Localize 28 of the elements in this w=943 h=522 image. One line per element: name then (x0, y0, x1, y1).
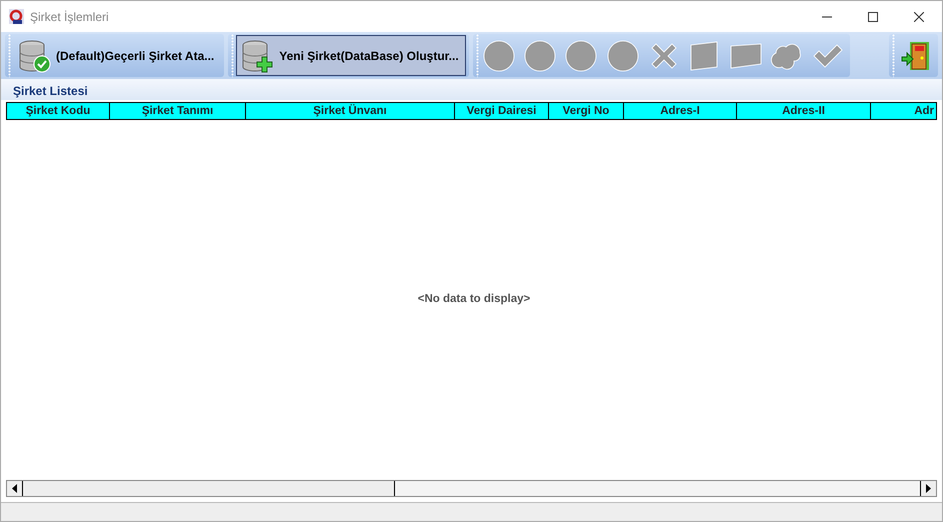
column-header[interactable]: Şirket Ünvanı (246, 102, 455, 120)
database-add-icon (241, 38, 276, 72)
circle-icon (564, 38, 598, 72)
column-header[interactable]: Adres-I (624, 102, 737, 120)
database-check-icon (18, 38, 52, 72)
circle-icon (482, 38, 516, 72)
column-header[interactable]: Vergi Dairesi (455, 102, 549, 120)
right-arrow-icon (926, 484, 931, 493)
column-header[interactable]: Adres-II (737, 102, 871, 120)
scroll-thumb[interactable] (23, 481, 395, 496)
scroll-left-button[interactable] (7, 481, 23, 496)
horizontal-scrollbar[interactable] (6, 480, 937, 497)
door-icon (901, 40, 931, 72)
column-header[interactable]: Adr (871, 102, 937, 120)
circle-icon (523, 38, 558, 72)
maximize-icon (868, 12, 878, 22)
circle-icon (606, 38, 640, 72)
toolbar-button[interactable]: Yeni Şirket(DataBase) Oluştur... (236, 35, 466, 76)
column-header[interactable]: Şirket Kodu (6, 102, 110, 120)
scroll-right-button[interactable] (920, 481, 936, 496)
close-icon (914, 12, 924, 22)
column-header[interactable]: Şirket Tanımı (110, 102, 246, 120)
column-header[interactable]: Vergi No (549, 102, 624, 120)
app-icon (9, 9, 24, 24)
panel-title: Şirket Listesi (13, 84, 88, 98)
empty-message: <No data to display> (418, 292, 530, 308)
window-title: Şirket İşlemleri (30, 8, 109, 26)
left-arrow-icon (12, 484, 17, 493)
